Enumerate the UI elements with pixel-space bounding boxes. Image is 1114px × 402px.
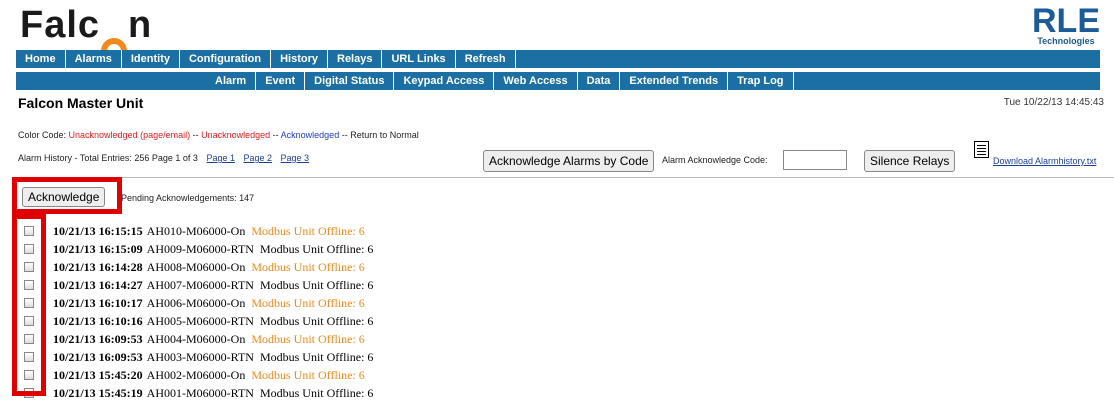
page-title: Falcon Master Unit (18, 95, 144, 111)
subnav-item-keypad-access[interactable]: Keypad Access (394, 72, 495, 90)
alarm-checkbox[interactable] (24, 388, 34, 398)
alarm-code: AH008-M06000-On (146, 259, 246, 274)
alarm-code: AH005-M06000-RTN (146, 313, 254, 328)
alarm-timestamp: 10/21/13 16:10:16 (53, 313, 143, 328)
page-datetime: Tue 10/22/13 14:45:43 (1003, 97, 1104, 108)
alarm-message: Modbus Unit Offline: 6 (259, 277, 374, 292)
alarm-message: Modbus Unit Offline: 6 (251, 295, 365, 310)
ack-code-input[interactable] (783, 150, 847, 170)
alarm-code: AH004-M06000-On (146, 331, 246, 346)
alarm-row: 10/21/13 16:09:53 AH004-M06000-On Modbus U… (24, 330, 373, 348)
alarm-code: AH009-M06000-RTN (146, 241, 254, 256)
alarm-timestamp: 10/21/13 15:45:20 (53, 367, 143, 382)
primary-nav: Home Alarms Identity Configuration History Re… (16, 50, 1100, 68)
acknowledge-button[interactable]: Acknowledge (22, 187, 106, 207)
alarm-message: Modbus Unit Offline: 6 (251, 259, 365, 274)
alarm-timestamp: 10/21/13 16:14:27 (53, 277, 143, 292)
alarm-list: 10/21/13 16:15:15 AH010-M06000-On Modbus U… (24, 222, 373, 402)
legend-sep-1: -- (190, 130, 202, 140)
rle-logo: RLE Technologies (1032, 2, 1100, 46)
alarm-checkbox[interactable] (24, 280, 34, 290)
alarm-timestamp: 10/21/13 15:45:19 (53, 385, 143, 400)
subnav-item-data[interactable]: Data (578, 72, 621, 90)
alarm-timestamp: 10/21/13 16:15:15 (53, 223, 143, 238)
alarm-row: 10/21/13 15:45:20 AH002-M06000-On Modbus U… (24, 366, 373, 384)
alarm-timestamp: 10/21/13 16:10:17 (53, 295, 143, 310)
nav-item-home[interactable]: Home (16, 50, 66, 68)
nav-item-url-links[interactable]: URL Links (382, 50, 456, 68)
nav-item-alarms[interactable]: Alarms (66, 50, 122, 68)
alarm-timestamp: 10/21/13 16:15:09 (53, 241, 143, 256)
alarm-row: 10/21/13 16:10:16 AH005-M06000-RTN Modbus … (24, 312, 373, 330)
legend-unack-page: Unacknowledged (page/email) (68, 130, 191, 140)
subnav-item-trap-log[interactable]: Trap Log (728, 72, 794, 90)
alarm-message: Modbus Unit Offline: 6 (259, 385, 374, 400)
alarm-row: 10/21/13 16:09:53 AH003-M06000-RTN Modbus … (24, 348, 373, 366)
alarm-code: AH003-M06000-RTN (146, 349, 254, 364)
alarm-code: AH001-M06000-RTN (146, 385, 254, 400)
nav-item-history[interactable]: History (271, 50, 328, 68)
page-3-link[interactable]: Page 3 (281, 153, 310, 163)
alarm-checkbox[interactable] (24, 244, 34, 254)
subnav-item-extended-trends[interactable]: Extended Trends (620, 72, 729, 90)
nav-item-identity[interactable]: Identity (122, 50, 180, 68)
alarm-message: Modbus Unit Offline: 6 (259, 313, 374, 328)
alarm-row: 10/21/13 16:14:27 AH007-M06000-RTN Modbus … (24, 276, 373, 294)
pending-acks: Pending Acknowledgements: 147 (121, 193, 255, 203)
alarm-checkbox[interactable] (24, 334, 34, 344)
legend-sep-2: -- (270, 130, 281, 140)
nav-item-configuration[interactable]: Configuration (180, 50, 272, 68)
alarm-row: 10/21/13 16:10:17 AH006-M06000-On Modbus U… (24, 294, 373, 312)
alarm-message: Modbus Unit Offline: 6 (259, 241, 374, 256)
alarm-checkbox[interactable] (24, 370, 34, 380)
divider (12, 177, 1114, 178)
logo-letters-fal: Falc (20, 4, 101, 46)
subnav-item-web-access[interactable]: Web Access (494, 72, 578, 90)
silence-relays-button[interactable]: Silence Relays (864, 150, 956, 172)
alarm-message: Modbus Unit Offline: 6 (251, 223, 365, 238)
alarm-checkbox[interactable] (24, 316, 34, 326)
alarm-row: 10/21/13 16:15:09 AH009-M06000-RTN Modbus … (24, 240, 373, 258)
color-code-label: Color Code: (18, 130, 69, 140)
legend-unack: Unacknowledged (201, 130, 271, 140)
alarm-timestamp: 10/21/13 16:14:28 (53, 259, 143, 274)
legend-rtn: -- Return to Normal (339, 130, 419, 140)
secondary-nav: Alarm Event Digital Status Keypad Access Web… (16, 72, 1100, 90)
download-history-link[interactable]: Download Alarmhistory.txt (993, 156, 1096, 166)
alarm-code: AH006-M06000-On (146, 295, 246, 310)
alarm-row: 10/21/13 16:14:28 AH008-M06000-On Modbus U… (24, 258, 373, 276)
alarm-checkbox[interactable] (24, 352, 34, 362)
alarm-message: Modbus Unit Offline: 6 (259, 349, 374, 364)
page-2-link[interactable]: Page 2 (243, 153, 272, 163)
alarm-code: AH010-M06000-On (146, 223, 246, 238)
subnav-item-alarm[interactable]: Alarm (206, 72, 257, 90)
subnav-item-digital-status[interactable]: Digital Status (305, 72, 395, 90)
ack-by-code-button[interactable]: Acknowledge Alarms by Code (483, 150, 655, 172)
subnav-item-event[interactable]: Event (256, 72, 306, 90)
rle-brand: RLE (1032, 2, 1100, 40)
alarm-checkbox[interactable] (24, 262, 34, 272)
ack-code-label: Alarm Acknowledge Code: (662, 155, 768, 165)
alarm-row: 10/21/13 16:15:15 AH010-M06000-On Modbus U… (24, 222, 373, 240)
rle-brand-sub: Technologies (1037, 36, 1095, 46)
alarm-timestamp: 10/21/13 16:09:53 (53, 331, 143, 346)
alarm-message: Modbus Unit Offline: 6 (251, 367, 365, 382)
alarm-message: Modbus Unit Offline: 6 (251, 331, 365, 346)
nav-item-refresh[interactable]: Refresh (456, 50, 516, 68)
history-summary-line: Alarm History - Total Entries: 256 Page … (18, 153, 309, 163)
document-icon[interactable] (974, 141, 989, 158)
alarm-code: AH002-M06000-On (146, 367, 246, 382)
alarm-checkbox[interactable] (24, 226, 34, 236)
alarm-timestamp: 10/21/13 16:09:53 (53, 349, 143, 364)
alarm-checkbox[interactable] (24, 298, 34, 308)
alarm-code: AH007-M06000-RTN (146, 277, 254, 292)
legend-ack: Acknowledged (280, 130, 340, 140)
alarm-row: 10/21/13 15:45:19 AH001-M06000-RTN Modbus … (24, 384, 373, 402)
page-1-link[interactable]: Page 1 (206, 153, 235, 163)
history-summary: Alarm History - Total Entries: 256 Page … (18, 153, 198, 163)
color-code-legend: Color Code: Unacknowledged (page/email) … (18, 130, 419, 140)
nav-item-relays[interactable]: Relays (328, 50, 383, 68)
logo-letter-n: n (128, 4, 153, 46)
